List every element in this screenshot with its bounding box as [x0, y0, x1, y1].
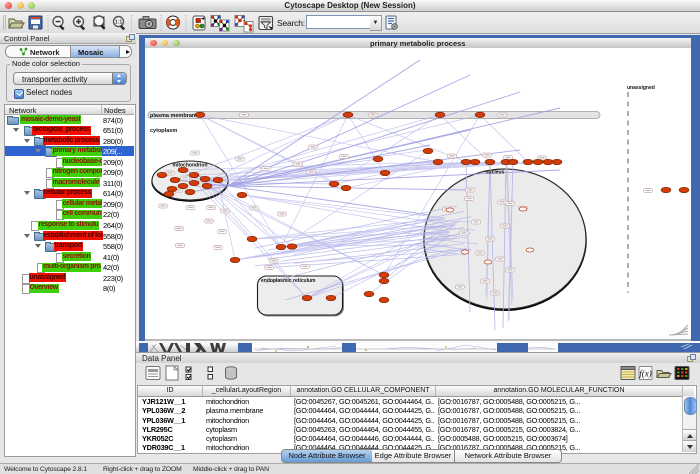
svg-text:cytoplasm: cytoplasm	[150, 128, 177, 134]
svg-text:nucleus: nucleus	[486, 170, 505, 176]
svg-text:1:1: 1:1	[115, 20, 122, 26]
svg-text:mitochondrion: mitochondrion	[173, 163, 208, 169]
svg-text:endoplasmic reticulum: endoplasmic reticulum	[261, 278, 316, 284]
svg-text:unassigned: unassigned	[627, 85, 655, 91]
svg-text:plasma membrane: plasma membrane	[150, 113, 198, 119]
svg-text:f(x): f(x)	[639, 369, 652, 379]
